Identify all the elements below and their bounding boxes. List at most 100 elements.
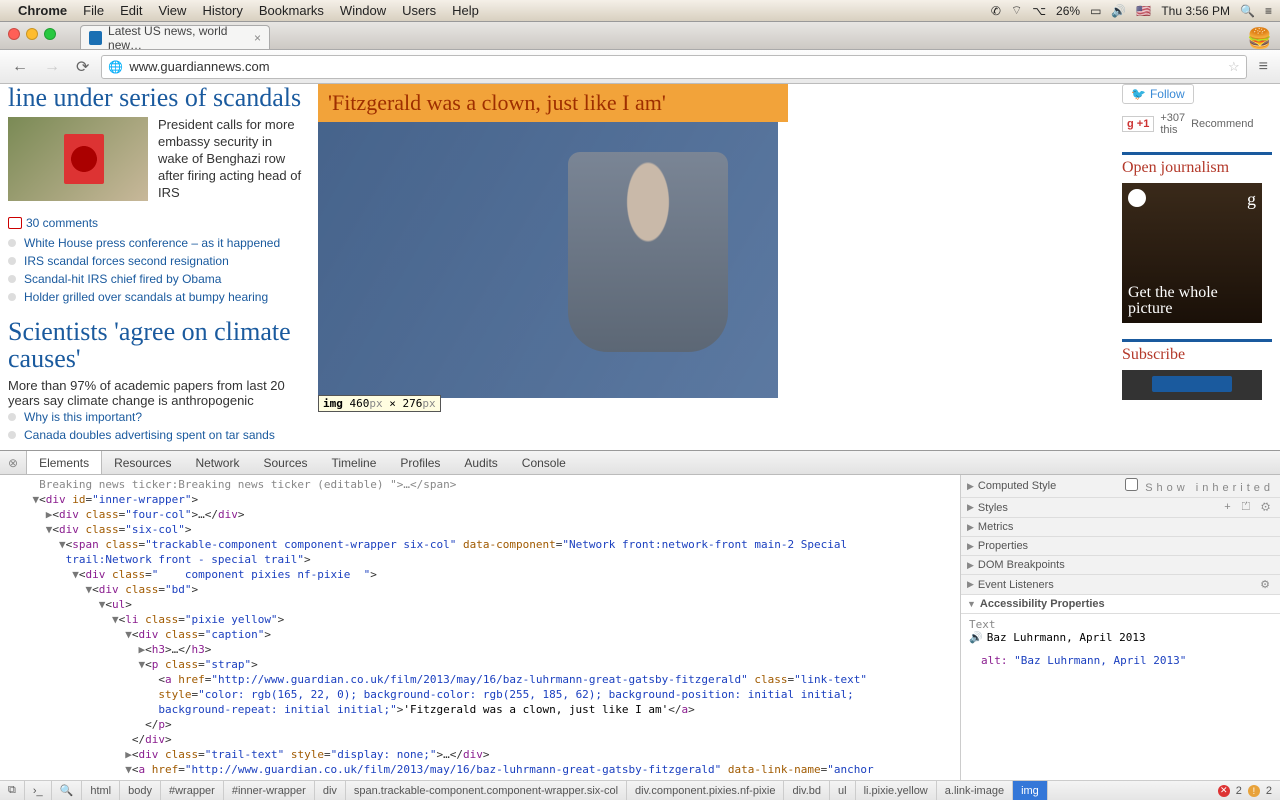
section-event-listeners[interactable]: ▶Event Listeners⚙ [961,575,1280,595]
gplus-widget[interactable]: g +1 +307this Recommend [1122,112,1272,136]
menu-help[interactable]: Help [452,3,479,18]
dom-line[interactable]: ▼<div class=" component pixies nf-pixie … [6,567,954,582]
breadcrumb-item[interactable]: img [1013,781,1048,800]
section-styles[interactable]: ▶Styles+ ⏍ ⚙ [961,498,1280,518]
section-dom-breakpoints[interactable]: ▶DOM Breakpoints [961,556,1280,575]
section-computed-style[interactable]: ▶Computed Style Show inherited [961,475,1280,498]
dom-line[interactable]: ▼<span class="trackable-component compon… [6,537,954,552]
devtools-tab-network[interactable]: Network [183,451,251,474]
dom-line[interactable]: ▼<div id="inner-wrapper"> [6,492,954,507]
twitter-follow-button[interactable]: 🐦Follow [1122,84,1194,104]
menu-edit[interactable]: Edit [120,3,142,18]
app-name[interactable]: Chrome [18,3,67,18]
comments-link[interactable]: 30 comments [8,216,306,230]
devtools-tab-sources[interactable]: Sources [251,451,319,474]
headline-1-link[interactable]: line under series of scandals [8,84,301,112]
flag-icon[interactable]: 🇺🇸 [1136,4,1151,18]
section-metrics[interactable]: ▶Metrics [961,518,1280,537]
menu-history[interactable]: History [202,3,242,18]
dom-tree[interactable]: Breaking news ticker:Breaking news ticke… [0,475,960,780]
console-toggle-icon[interactable]: ›_ [25,781,52,800]
dom-line[interactable]: </p> [6,717,954,732]
volume-icon[interactable]: 🔊 [1111,4,1126,18]
dom-line[interactable]: </div> [6,732,954,747]
related-link[interactable]: Why is this important? [8,408,306,426]
battery-icon[interactable]: ▭ [1090,4,1101,18]
breadcrumb-item[interactable]: div [315,781,346,800]
dom-line[interactable]: trail:Network front - special trail"> [6,552,954,567]
error-badge-icon[interactable]: ✕ [1218,785,1230,797]
breadcrumb-item[interactable]: span.trackable-component.component-wrapp… [346,781,627,800]
story-1-image[interactable] [8,117,148,201]
dock-icon[interactable]: ⧉ [0,781,25,800]
breadcrumb-item[interactable]: ul [830,781,856,800]
dom-line[interactable]: ▼<a href="http://www.guardian.co.uk/film… [6,762,954,777]
menu-users[interactable]: Users [402,3,436,18]
feature-image[interactable]: img 460px × 276px [318,122,778,398]
ichat-icon[interactable]: ✆ [991,4,1001,18]
feature-strap[interactable]: 'Fitzgerald was a clown, just like I am' [328,90,778,116]
devtools-tab-elements[interactable]: Elements [26,451,102,474]
menu-bookmarks[interactable]: Bookmarks [259,3,324,18]
wifi-icon[interactable]: ⌔ [1011,3,1022,18]
tab-close-icon[interactable]: × [254,31,261,45]
related-link[interactable]: IRS scandal forces second resignation [8,252,306,270]
dom-line[interactable]: ▶<div class="four-col">…</div> [6,507,954,522]
dom-line[interactable]: ▼<ul> [6,597,954,612]
subscribe-image[interactable] [1122,370,1262,400]
breadcrumb-item[interactable]: html [82,781,120,800]
section-properties[interactable]: ▶Properties [961,537,1280,556]
dom-line[interactable]: ▼<div class="six-col"> [6,522,954,537]
devtools-close-icon[interactable]: ⊗ [0,456,26,470]
menu-window[interactable]: Window [340,3,386,18]
spotlight-icon[interactable]: 🔍 [1240,4,1255,18]
dom-line[interactable]: ▼<div class="caption"> [6,627,954,642]
devtools-tab-timeline[interactable]: Timeline [320,451,389,474]
menu-view[interactable]: View [158,3,186,18]
headline-2-link[interactable]: Scientists 'agree on climate causes' [8,317,291,373]
breadcrumb-item[interactable]: a.link-image [937,781,1013,800]
window-zoom[interactable] [44,28,56,40]
oj-promo-image[interactable]: g Get the whole picture [1122,183,1262,323]
breadcrumb-item[interactable]: #inner-wrapper [224,781,315,800]
devtools-tab-console[interactable]: Console [510,451,578,474]
window-minimize[interactable] [26,28,38,40]
dom-line[interactable]: ▼<p class="strap"> [6,657,954,672]
notifications-icon[interactable]: ≡ [1265,4,1272,18]
inspect-icon[interactable]: 🔍 [52,781,83,800]
clock[interactable]: Thu 3:56 PM [1161,4,1230,18]
bookmark-star-icon[interactable]: ☆ [1228,59,1240,75]
section-accessibility[interactable]: ▼Accessibility Properties [961,595,1280,614]
reload-button[interactable]: ⟳ [72,57,93,77]
dom-line[interactable]: ▶<h3>…</h3> [6,642,954,657]
chrome-menu-button[interactable]: ≡ [1255,58,1272,76]
browser-tab[interactable]: Latest US news, world new… × [80,25,270,49]
window-close[interactable] [8,28,20,40]
devtools-tab-profiles[interactable]: Profiles [388,451,452,474]
dom-line[interactable]: background-repeat: initial initial;">'Fi… [6,702,954,717]
dom-line[interactable]: ▶<div class="trail-text" style="display:… [6,747,954,762]
related-link[interactable]: White House press conference – as it hap… [8,234,306,252]
related-link[interactable]: Holder grilled over scandals at bumpy he… [8,288,306,306]
dom-line[interactable]: style="color: rgb(165, 22, 0); backgroun… [6,687,954,702]
related-link[interactable]: Scandal-hit IRS chief fired by Obama [8,270,306,288]
dom-line[interactable]: ▼<div class="bd"> [6,582,954,597]
breadcrumb-item[interactable]: div.component.pixies.nf-pixie [627,781,784,800]
related-link[interactable]: Canada doubles advertising spent on tar … [8,426,306,444]
dom-line[interactable]: Breaking news ticker:Breaking news ticke… [6,477,954,492]
breadcrumb-item[interactable]: #wrapper [161,781,224,800]
breadcrumb-item[interactable]: body [120,781,161,800]
bluetooth-icon[interactable]: ⌥ [1032,4,1046,18]
dom-line[interactable]: ▼<li class="pixie yellow"> [6,612,954,627]
show-inherited-checkbox[interactable] [1125,478,1138,491]
breadcrumb-item[interactable]: div.bd [784,781,830,800]
battery-percentage[interactable]: 26% [1056,4,1080,18]
warning-badge-icon[interactable]: ! [1248,785,1260,797]
dom-line[interactable]: <a href="http://www.guardian.co.uk/film/… [6,672,954,687]
breadcrumb-item[interactable]: li.pixie.yellow [856,781,937,800]
devtools-tab-resources[interactable]: Resources [102,451,183,474]
address-bar[interactable]: 🌐 www.guardiannews.com ☆ [101,55,1246,79]
menu-file[interactable]: File [83,3,104,18]
back-button[interactable]: ← [8,58,32,76]
devtools-tab-audits[interactable]: Audits [452,451,509,474]
